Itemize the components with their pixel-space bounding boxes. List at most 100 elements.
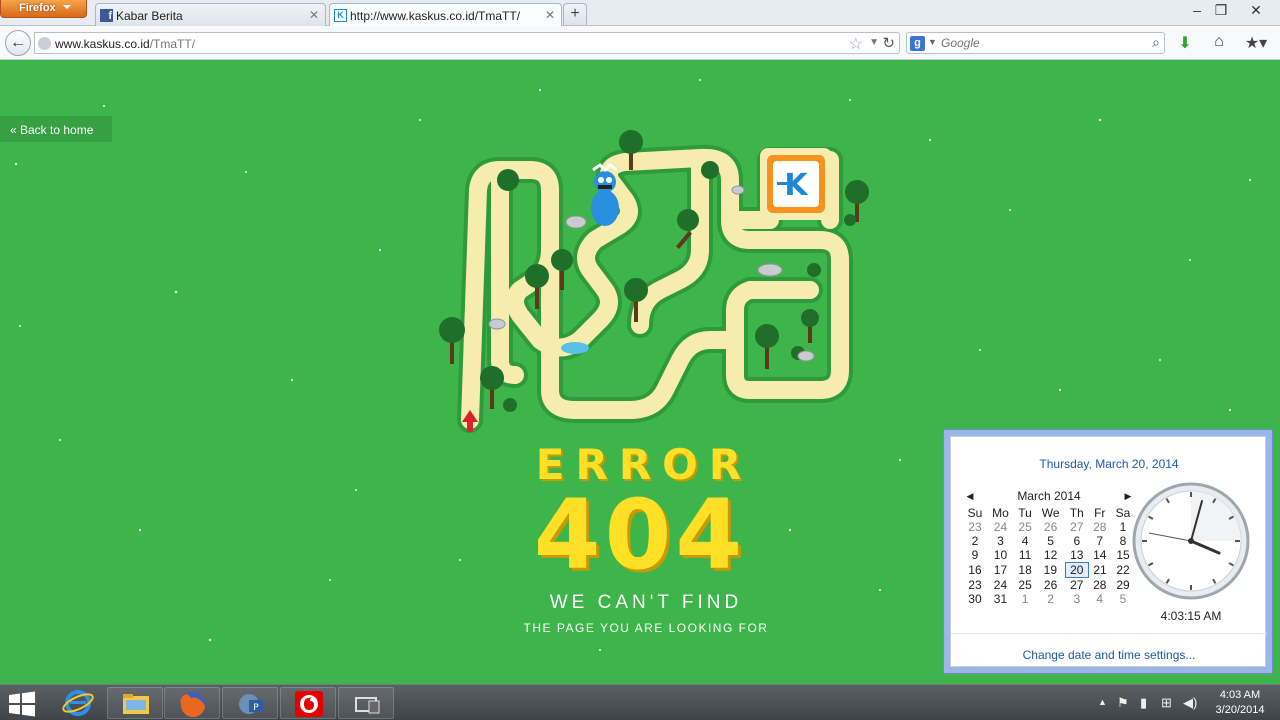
taskbar-date: 3/20/2014 xyxy=(1215,704,1265,716)
calendar-day[interactable]: 19 xyxy=(1036,563,1065,578)
weekday-label: Su xyxy=(967,505,983,520)
firefox-menu-button[interactable]: Firefox xyxy=(0,0,87,18)
kaskus-icon: K xyxy=(334,9,347,22)
search-icon[interactable]: ⌕ xyxy=(1152,34,1160,51)
calendar-day[interactable]: 4 xyxy=(1088,592,1111,606)
search-bar[interactable]: g ▼ ⌕ xyxy=(906,32,1165,54)
calendar-day[interactable]: 6 xyxy=(1065,534,1088,548)
calendar-day[interactable]: 16 xyxy=(963,563,987,578)
prev-month-icon[interactable]: ◀ xyxy=(963,487,977,505)
divider xyxy=(951,633,1267,634)
download-icon[interactable]: ⬇ xyxy=(1174,33,1196,53)
search-engine-dropdown-icon[interactable]: ▼ xyxy=(928,37,937,47)
change-date-time-link[interactable]: Change date and time settings... xyxy=(951,648,1267,662)
weekday-row: Su Mo Tu We Th Fr Sa xyxy=(963,505,1135,520)
internet-explorer-icon[interactable] xyxy=(50,687,106,719)
month-title[interactable]: March 2014 xyxy=(1017,489,1080,503)
calendar-day[interactable]: 13 xyxy=(1065,548,1088,563)
menu-arrow-icon xyxy=(63,5,71,9)
calendar-day[interactable]: 26 xyxy=(1036,578,1065,593)
calendar-day[interactable]: 1 xyxy=(1014,592,1036,606)
device-app-icon[interactable] xyxy=(338,687,394,719)
close-window-icon[interactable]: ✕ xyxy=(1245,2,1267,19)
calendar-day[interactable]: 4 xyxy=(1014,534,1036,548)
weekday-label: Fr xyxy=(1094,505,1106,520)
remote-desktop-icon[interactable]: P xyxy=(222,687,278,719)
back-to-home-link[interactable]: « Back to home xyxy=(0,116,112,142)
close-tab-icon[interactable]: ✕ xyxy=(309,8,319,22)
calendar-day[interactable]: 26 xyxy=(1036,520,1065,534)
calendar-days: 23 24 25 26 27 28 1 2 3 4 5 6 7 8 9 10 11 12 13 14 15 16 17 18 1… xyxy=(963,520,1135,606)
calendar-day[interactable]: 28 xyxy=(1088,520,1111,534)
calendar-day[interactable]: 21 xyxy=(1088,563,1111,578)
calendar-day[interactable]: 14 xyxy=(1088,548,1111,563)
reload-icon[interactable]: ↻ xyxy=(882,34,895,52)
calendar-day[interactable]: 3 xyxy=(1065,592,1088,606)
calendar-day[interactable]: 2 xyxy=(963,534,987,548)
address-bar[interactable]: www.kaskus.co.id/TmaTT/ ☆ ▼ ↻ xyxy=(34,32,900,54)
firefox-menu-label: Firefox xyxy=(19,2,56,14)
minimize-icon[interactable]: – xyxy=(1186,2,1208,18)
network-icon[interactable]: ⊞ xyxy=(1161,695,1172,711)
tab-label: http://www.kaskus.co.id/TmaTT/ xyxy=(350,9,521,23)
calendar-day[interactable]: 23 xyxy=(963,520,987,534)
bookmarks-menu-icon[interactable]: ★▾ xyxy=(1242,33,1270,53)
calendar-day[interactable]: 10 xyxy=(987,548,1014,563)
search-input[interactable] xyxy=(941,35,1141,51)
battery-icon[interactable]: ▮ xyxy=(1140,695,1147,711)
taskbar-clock[interactable]: 4:03 AM 3/20/2014 xyxy=(1208,688,1272,718)
calendar-day[interactable]: 25 xyxy=(1014,520,1036,534)
taskbar: P ▲ ⚑ ▮ ⊞ ◀) 4:03 AM 3/20/2014 xyxy=(0,684,1280,720)
tab-bar: Firefox f Kabar Berita ✕ K http://www.ka… xyxy=(0,0,1280,27)
bookmark-star-icon[interactable]: ☆ xyxy=(849,34,863,54)
calendar-day[interactable]: 25 xyxy=(1014,578,1036,593)
calendar-day[interactable]: 12 xyxy=(1036,548,1065,563)
calendar-day[interactable]: 27 xyxy=(1065,520,1088,534)
calendar-day[interactable]: 27 xyxy=(1065,578,1088,592)
calendar-day[interactable]: 3 xyxy=(987,534,1014,548)
firefox-taskbar-icon[interactable] xyxy=(164,687,220,719)
windows-start-icon[interactable] xyxy=(8,691,36,717)
screen: Firefox f Kabar Berita ✕ K http://www.ka… xyxy=(0,0,1280,720)
volume-icon[interactable]: ◀) xyxy=(1183,695,1197,711)
url-domain: www.kaskus.co.id xyxy=(55,37,150,51)
action-center-icon[interactable]: ⚑ xyxy=(1117,695,1129,711)
calendar-day[interactable]: 20 xyxy=(1064,562,1089,578)
calendar-day[interactable]: 31 xyxy=(987,592,1014,606)
calendar-day[interactable]: 18 xyxy=(1014,563,1036,578)
back-button[interactable]: ← xyxy=(5,30,31,56)
close-tab-icon[interactable]: ✕ xyxy=(545,8,555,22)
google-icon[interactable]: g xyxy=(910,36,925,51)
calendar-week: 23 24 25 26 27 28 29 xyxy=(963,578,1135,593)
tab-kabar-berita[interactable]: f Kabar Berita ✕ xyxy=(95,3,326,26)
calendar-week: 9 10 11 12 13 14 15 xyxy=(963,548,1135,563)
calendar-header: ◀ March 2014 ▶ xyxy=(963,487,1135,505)
weekday-label: Mo xyxy=(992,505,1009,520)
history-dropdown-icon[interactable]: ▼ xyxy=(869,37,879,48)
calendar-week: 16 17 18 19 20 21 22 xyxy=(963,562,1135,578)
digital-time: 4:03:15 AM xyxy=(1160,609,1222,623)
calendar-day[interactable]: 28 xyxy=(1088,578,1111,593)
vodafone-icon[interactable] xyxy=(280,687,336,719)
calendar-day[interactable]: 24 xyxy=(987,520,1014,534)
calendar-day[interactable]: 5 xyxy=(1036,534,1065,548)
calendar-day[interactable]: 24 xyxy=(987,578,1014,593)
calendar-day[interactable]: 30 xyxy=(963,592,987,606)
calendar-day[interactable]: 11 xyxy=(1014,548,1036,563)
flyout-panel: Thursday, March 20, 2014 ◀ March 2014 ▶ … xyxy=(950,436,1267,667)
full-date-link[interactable]: Thursday, March 20, 2014 xyxy=(951,457,1267,471)
new-tab-button[interactable]: + xyxy=(563,3,587,25)
file-explorer-icon[interactable] xyxy=(107,687,163,719)
calendar-day[interactable]: 17 xyxy=(987,563,1014,578)
home-icon[interactable]: ⌂ xyxy=(1208,33,1230,51)
maze-illustration: K xyxy=(439,130,869,433)
calendar-day[interactable]: 2 xyxy=(1036,592,1065,606)
calendar-day[interactable]: 7 xyxy=(1088,534,1111,548)
calendar-day[interactable]: 9 xyxy=(963,548,987,563)
tab-label: Kabar Berita xyxy=(116,9,183,23)
tab-kaskus[interactable]: K http://www.kaskus.co.id/TmaTT/ ✕ xyxy=(329,3,562,27)
puddle-icon xyxy=(561,342,589,354)
calendar-day[interactable]: 23 xyxy=(963,578,987,593)
show-hidden-icons[interactable]: ▲ xyxy=(1098,697,1107,707)
restore-icon[interactable]: ❐ xyxy=(1210,2,1232,19)
